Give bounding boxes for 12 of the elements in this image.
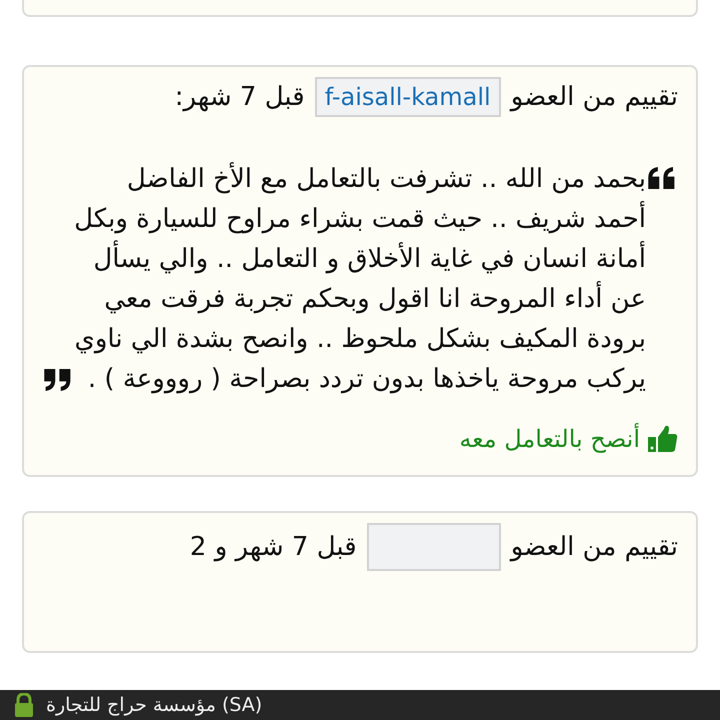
quote-icon [648, 167, 676, 189]
review-time: قبل 7 شهر و 2 [190, 532, 357, 562]
review-text: بحمد من الله .. تشرفت بالتعامل مع الأخ الفاضل أحمد شريف .. حيث قمت بشراء مراوح للسيارة وبكل أمانة انسان في غاية الأخلاق و التعامل .. والي يسأل عن أداء المروحة انا اقول وبحكم تجربة فرقت معي برودة المكيف بشكل ملحوظ .. وانصح بشدة الي ناوي يركب مروحة ياخذها بدون تردد بصراحة ( روووعة ) . [74, 161, 646, 396]
review-label: تقييم من العضو [510, 82, 678, 112]
thumbs-up-icon [648, 425, 678, 453]
site-name: مؤسسة حراج للتجارة (SA) [46, 694, 262, 716]
quote-icon [44, 369, 72, 391]
username-link[interactable]: f-aisall-kamall [314, 77, 501, 117]
review-time: قبل 7 شهر: [174, 82, 305, 112]
review-label: تقييم من العضو [510, 532, 678, 562]
recommend-text: أنصح بالتعامل معه [459, 425, 640, 453]
lock-icon [14, 693, 34, 717]
